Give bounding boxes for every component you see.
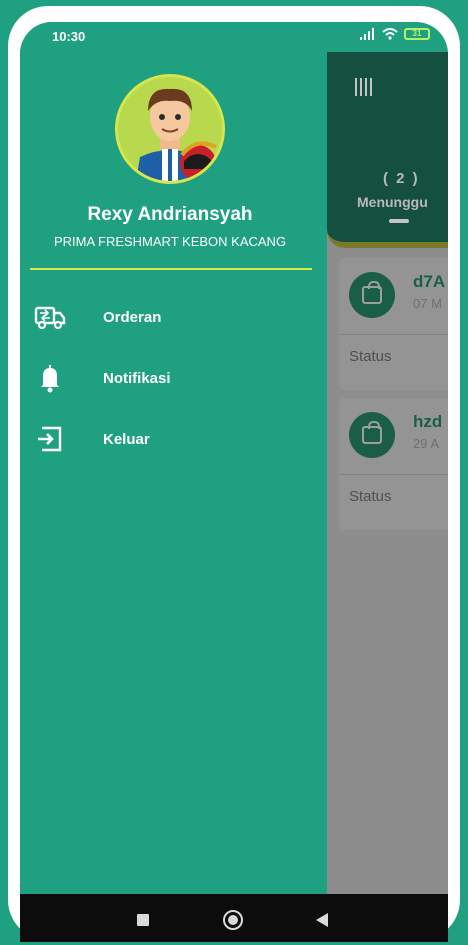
drawer-divider [30, 268, 312, 270]
menu-icon[interactable] [355, 78, 373, 96]
order-id: hzd [413, 412, 443, 431]
shopping-bag-icon [349, 272, 395, 318]
order-card[interactable]: d7A 07 M Status [339, 258, 448, 390]
shopping-bag-icon [349, 412, 395, 458]
wifi-icon [382, 28, 398, 40]
order-date: 07 M [413, 296, 442, 311]
bell-icon [41, 365, 59, 393]
store-name: PRIMA FRESHMART KEBON KACANG [53, 234, 287, 249]
menu-item-label: Orderan [103, 309, 162, 326]
status-icons: 31 [360, 28, 430, 40]
avatar-illustration [118, 77, 222, 181]
order-card[interactable]: hzd 29 A Status [339, 398, 448, 530]
home-icon[interactable] [223, 910, 243, 930]
order-date: 29 A [413, 436, 440, 451]
menu-item-label: Keluar [103, 431, 150, 448]
order-divider [339, 474, 448, 475]
status-time: 10:30 [52, 29, 86, 44]
tab-indicator [389, 219, 409, 223]
menu-item-notifikasi[interactable]: Notifikasi [20, 355, 327, 403]
navigation-drawer: Rexy Andriansyah PRIMA FRESHMART KEBON K… [20, 22, 327, 894]
signal-icon [360, 28, 374, 40]
avatar[interactable] [115, 74, 225, 184]
tab-menunggu[interactable]: Menunggu [357, 194, 428, 210]
order-status: Status [349, 488, 392, 505]
status-bar: 10:30 31 [20, 22, 448, 52]
screen: 10:30 31 ( 2 ) Menunggu d7A 07 M Status … [20, 22, 448, 942]
delivery-truck-icon [34, 306, 66, 330]
back-icon[interactable] [316, 913, 328, 927]
main-content: ( 2 ) Menunggu d7A 07 M Status hzd 29 A … [327, 52, 448, 894]
order-divider [339, 334, 448, 335]
system-nav-bar [20, 894, 448, 942]
menu-item-label: Notifikasi [103, 370, 171, 387]
menu-item-keluar[interactable]: Keluar [20, 416, 327, 464]
user-name: Rexy Andriansyah [87, 204, 253, 225]
logout-icon [38, 426, 62, 452]
menu-item-orderan[interactable]: Orderan [20, 294, 327, 342]
order-id: d7A [413, 272, 446, 291]
battery-icon: 31 [404, 28, 430, 40]
recent-apps-icon[interactable] [137, 914, 149, 926]
order-status: Status [349, 348, 392, 365]
main-header: ( 2 ) Menunggu [327, 52, 448, 248]
tab-count: ( 2 ) [383, 170, 420, 187]
